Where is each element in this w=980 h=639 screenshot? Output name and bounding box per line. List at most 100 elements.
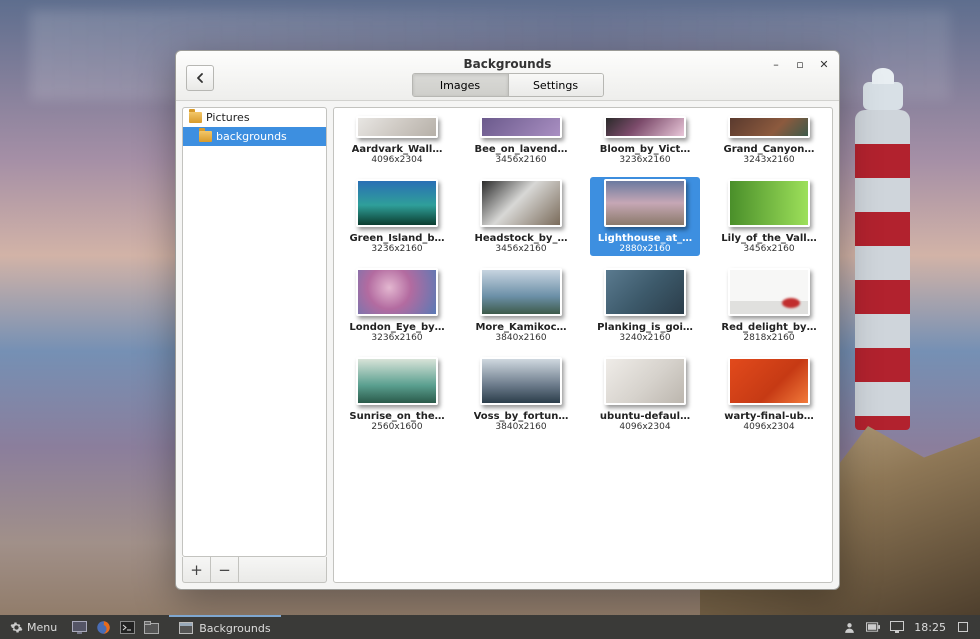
thumbnail-image [604,116,686,138]
thumbnail-image [728,268,810,316]
thumbnail-name: Headstock_by_… [475,233,568,244]
thumbnail-image [356,357,438,405]
thumbnail-dimensions: 3236x2160 [371,333,422,343]
sidebar: Pictures backgrounds + − [182,107,327,583]
folder-icon [199,131,212,142]
power-icon [957,621,969,633]
remove-folder-button[interactable]: − [211,557,239,582]
thumbnail-dimensions: 3240x2160 [619,333,670,343]
back-button[interactable] [186,65,214,91]
launcher-terminal[interactable] [115,615,139,639]
thumbnail-pane[interactable]: Aardvark_Wall…4096x2304Bee_on_lavend…345… [333,107,833,583]
thumbnail-name: Lily_of_the_Vall… [721,233,816,244]
quick-launch [67,615,163,639]
thumbnail-dimensions: 3236x2160 [371,244,422,254]
tray-battery-icon[interactable] [866,620,880,634]
thumbnail-item[interactable]: Planking_is_goi…3240x2160 [590,266,700,345]
thumbnail-name: warty-final-ub… [724,411,814,422]
titlebar[interactable]: Backgrounds Images Settings – ▫ ✕ [176,51,839,101]
thumbnail-image [356,268,438,316]
maximize-button[interactable]: ▫ [795,59,805,69]
thumbnail-item[interactable]: Red_delight_by…2818x2160 [714,266,824,345]
thumbnail-item[interactable]: More_Kamikoc…3840x2160 [466,266,576,345]
thumbnail-image [480,116,562,138]
user-icon [843,621,856,634]
thumbnail-image [604,268,686,316]
backgrounds-window: Backgrounds Images Settings – ▫ ✕ Pictur… [175,50,840,590]
start-menu-button[interactable]: Menu [0,615,67,639]
folder-item-pictures[interactable]: Pictures [183,108,326,127]
window-icon [179,622,193,634]
thumbnail-item[interactable]: Lighthouse_at_…2880x2160 [590,177,700,256]
tray-session-icon[interactable] [956,620,970,634]
thumbnail-dimensions: 4096x2304 [619,422,670,432]
firefox-icon [96,620,111,635]
thumbnail-name: Bloom_by_Vict… [600,144,691,155]
thumbnail-dimensions: 4096x2304 [371,155,422,165]
thumbnail-image [604,357,686,405]
tab-settings[interactable]: Settings [508,74,603,96]
thumbnail-image [480,179,562,227]
thumbnail-dimensions: 3840x2160 [495,333,546,343]
files-icon [144,621,159,634]
thumbnail-dimensions: 3456x2160 [743,244,794,254]
thumbnail-item[interactable]: ubuntu-defaul…4096x2304 [590,355,700,434]
thumbnail-dimensions: 3243x2160 [743,155,794,165]
folder-item-backgrounds[interactable]: backgrounds [183,127,326,146]
folder-tree: Pictures backgrounds [182,107,327,557]
window-title: Backgrounds [176,57,839,71]
thumbnail-image [728,179,810,227]
thumbnail-dimensions: 2880x2160 [619,244,670,254]
thumbnail-item[interactable]: Sunrise_on_the…2560x1600 [342,355,452,434]
thumbnail-name: Green_Island_b… [349,233,444,244]
chevron-left-icon [195,73,205,83]
close-button[interactable]: ✕ [819,59,829,69]
thumbnail-item[interactable]: Aardvark_Wall…4096x2304 [342,114,452,167]
thumbnail-item[interactable]: Headstock_by_…3456x2160 [466,177,576,256]
window-controls: – ▫ ✕ [771,59,829,69]
thumbnail-name: Voss_by_fortun… [474,411,569,422]
thumbnail-name: Planking_is_goi… [597,322,693,333]
add-folder-button[interactable]: + [183,557,211,582]
thumbnail-item[interactable]: Bloom_by_Vict…3236x2160 [590,114,700,167]
start-menu-label: Menu [27,621,57,634]
monitor-icon [890,621,904,633]
folder-label: Pictures [206,111,250,124]
folder-icon [189,112,202,123]
folder-label: backgrounds [216,130,287,143]
thumbnail-item[interactable]: Voss_by_fortun…3840x2160 [466,355,576,434]
clock[interactable]: 18:25 [914,621,946,634]
thumbnail-name: Bee_on_lavend… [475,144,568,155]
thumbnail-name: More_Kamikoc… [475,322,566,333]
thumbnail-item[interactable]: Green_Island_b…3236x2160 [342,177,452,256]
thumbnail-item[interactable]: Bee_on_lavend…3456x2160 [466,114,576,167]
thumbnail-dimensions: 3840x2160 [495,422,546,432]
thumbnail-item[interactable]: London_Eye_by…3236x2160 [342,266,452,345]
thumbnail-image [728,357,810,405]
thumbnail-dimensions: 2560x1600 [371,422,422,432]
taskbar-task-backgrounds[interactable]: Backgrounds [169,615,280,639]
desktop-lighthouse [855,110,910,430]
launcher-files[interactable] [139,615,163,639]
tab-images[interactable]: Images [413,74,508,96]
launcher-firefox[interactable] [91,615,115,639]
thumbnail-dimensions: 4096x2304 [743,422,794,432]
thumbnail-dimensions: 3236x2160 [619,155,670,165]
thumbnail-image [480,268,562,316]
thumbnail-image [356,116,438,138]
sidebar-footer: + − [182,557,327,583]
thumbnail-item[interactable]: warty-final-ub…4096x2304 [714,355,824,434]
minimize-button[interactable]: – [771,59,781,69]
launcher-desktop[interactable] [67,615,91,639]
thumbnail-name: Grand_Canyon… [724,144,815,155]
tray-user-icon[interactable] [842,620,856,634]
thumbnail-item[interactable]: Lily_of_the_Vall…3456x2160 [714,177,824,256]
battery-icon [866,622,880,632]
tab-group: Images Settings [412,73,604,97]
desktop-icon [72,621,87,634]
thumbnail-name: Lighthouse_at_… [598,233,692,244]
tray-monitor-icon[interactable] [890,620,904,634]
thumbnail-name: Sunrise_on_the… [349,411,444,422]
thumbnail-image [480,357,562,405]
thumbnail-item[interactable]: Grand_Canyon…3243x2160 [714,114,824,167]
